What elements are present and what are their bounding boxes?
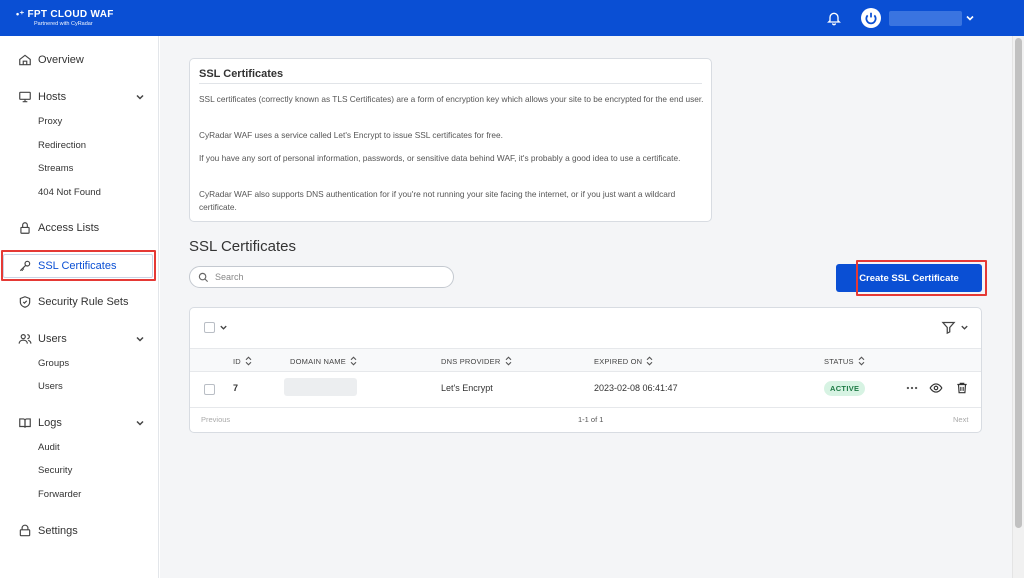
info-card-title: SSL Certificates xyxy=(199,68,284,80)
lock-icon xyxy=(20,222,30,234)
column-header-domain-name[interactable]: DOMAIN NAME xyxy=(290,356,357,366)
column-header-id[interactable]: ID xyxy=(233,356,252,366)
info-paragraph: SSL certificates (correctly known as TLS… xyxy=(199,94,704,104)
divider xyxy=(199,83,702,84)
highlight-box xyxy=(1,250,156,281)
book-icon xyxy=(19,418,31,428)
pagination-next[interactable]: Next xyxy=(953,415,968,424)
logo-mark-icon: •⁺ xyxy=(16,9,25,19)
notification-bell-icon[interactable] xyxy=(826,10,842,26)
table-header: ID DOMAIN NAME DNS PROVIDER EXPIRED ON S… xyxy=(190,348,981,372)
chevron-down-icon[interactable] xyxy=(965,13,975,23)
search-icon xyxy=(198,272,209,282)
cell-id: 7 xyxy=(233,383,239,393)
domain-name-redacted xyxy=(284,378,357,396)
trash-icon[interactable] xyxy=(955,381,969,395)
chevron-down-icon[interactable] xyxy=(135,334,145,344)
eye-icon[interactable] xyxy=(929,381,943,395)
sidebar: Overview Hosts Proxy Redirection Streams… xyxy=(0,36,159,578)
pagination-previous[interactable]: Previous xyxy=(201,415,230,424)
power-icon xyxy=(865,12,877,25)
column-header-status[interactable]: STATUS xyxy=(824,356,865,366)
sidebar-subitem-security[interactable]: Security xyxy=(38,465,72,476)
username-redacted[interactable] xyxy=(889,11,962,26)
sidebar-subitem-groups[interactable]: Groups xyxy=(38,358,69,369)
sidebar-item-logs[interactable]: Logs xyxy=(0,411,159,435)
sidebar-item-label: Logs xyxy=(38,417,62,429)
column-header-dns-provider[interactable]: DNS PROVIDER xyxy=(441,356,512,366)
filter-icon[interactable] xyxy=(941,320,956,335)
users-icon xyxy=(18,334,32,344)
sidebar-subitem-proxy[interactable]: Proxy xyxy=(38,116,62,127)
sidebar-item-settings[interactable]: Settings xyxy=(0,519,159,543)
chevron-down-icon[interactable] xyxy=(135,92,145,102)
sidebar-item-security-rule-sets[interactable]: Security Rule Sets xyxy=(0,290,159,314)
sidebar-item-overview[interactable]: Overview xyxy=(0,48,159,72)
sort-icon xyxy=(505,356,511,366)
pagination-range: 1-1 of 1 xyxy=(578,415,604,424)
info-paragraph: If you have any sort of personal informa… xyxy=(199,153,681,163)
chevron-down-icon[interactable] xyxy=(219,323,228,332)
brand-tagline: Partnered with CyRadar xyxy=(34,21,93,27)
column-label: STATUS xyxy=(824,356,854,366)
info-card: SSL Certificates SSL certificates (corre… xyxy=(189,58,712,222)
certificates-table: ID DOMAIN NAME DNS PROVIDER EXPIRED ON S… xyxy=(189,307,982,433)
sidebar-subitem-streams[interactable]: Streams xyxy=(38,163,73,174)
sidebar-subitem-forwarder[interactable]: Forwarder xyxy=(38,489,81,500)
sidebar-subitem-redirection[interactable]: Redirection xyxy=(38,140,86,151)
monitor-icon xyxy=(19,91,31,103)
sort-icon xyxy=(858,356,865,366)
sidebar-item-label: Overview xyxy=(38,54,84,66)
sidebar-item-users[interactable]: Users xyxy=(0,327,159,351)
sidebar-item-label: Access Lists xyxy=(38,222,100,234)
settings-icon xyxy=(19,524,31,537)
scrollbar-thumb[interactable] xyxy=(1015,38,1022,528)
sidebar-item-label: Users xyxy=(38,333,67,345)
brand-logo[interactable]: •⁺ FPT CLOUD WAF Partnered with CyRadar xyxy=(16,9,114,27)
more-options-icon[interactable] xyxy=(905,381,919,395)
vertical-scrollbar[interactable] xyxy=(1012,36,1024,578)
top-bar: •⁺ FPT CLOUD WAF Partnered with CyRadar xyxy=(0,0,1024,36)
info-paragraph: CyRadar WAF uses a service called Let's … xyxy=(199,130,503,140)
sort-icon xyxy=(245,356,252,366)
highlight-box xyxy=(856,260,987,296)
table-row[interactable]: 7 Let's Encrypt 2023-02-08 06:41:47 ACTI… xyxy=(190,372,981,408)
select-all-checkbox[interactable] xyxy=(204,322,215,333)
row-checkbox[interactable] xyxy=(204,384,215,395)
chevron-down-icon[interactable] xyxy=(135,418,145,428)
sidebar-item-label: Settings xyxy=(38,525,78,537)
brand-name: FPT CLOUD WAF xyxy=(27,9,114,20)
column-label: DNS PROVIDER xyxy=(441,356,501,366)
search-box[interactable] xyxy=(189,266,454,288)
status-badge: ACTIVE xyxy=(824,381,866,396)
user-avatar[interactable] xyxy=(861,8,881,28)
sidebar-item-label: Security Rule Sets xyxy=(38,296,129,308)
sort-icon xyxy=(646,356,653,366)
sort-icon xyxy=(350,356,357,366)
cell-expired-on: 2023-02-08 06:41:47 xyxy=(594,383,678,393)
cell-dns-provider: Let's Encrypt xyxy=(441,383,493,393)
sidebar-item-hosts[interactable]: Hosts xyxy=(0,85,159,109)
column-label: DOMAIN NAME xyxy=(290,356,346,366)
search-input[interactable] xyxy=(215,272,435,282)
main-content: SSL Certificates SSL certificates (corre… xyxy=(160,36,1012,578)
home-icon xyxy=(19,54,31,66)
sidebar-subitem-404[interactable]: 404 Not Found xyxy=(38,187,101,198)
column-label: ID xyxy=(233,356,241,366)
column-header-expired-on[interactable]: EXPIRED ON xyxy=(594,356,653,366)
shield-icon xyxy=(19,296,31,308)
chevron-down-icon[interactable] xyxy=(960,323,969,332)
sidebar-item-label: Hosts xyxy=(38,91,67,103)
page-title: SSL Certificates xyxy=(189,238,296,255)
info-paragraph: CyRadar WAF also supports DNS authentica… xyxy=(199,189,676,212)
sidebar-subitem-users[interactable]: Users xyxy=(38,381,63,392)
column-label: EXPIRED ON xyxy=(594,356,643,366)
sidebar-subitem-audit[interactable]: Audit xyxy=(38,442,60,453)
sidebar-item-access-lists[interactable]: Access Lists xyxy=(0,216,159,240)
